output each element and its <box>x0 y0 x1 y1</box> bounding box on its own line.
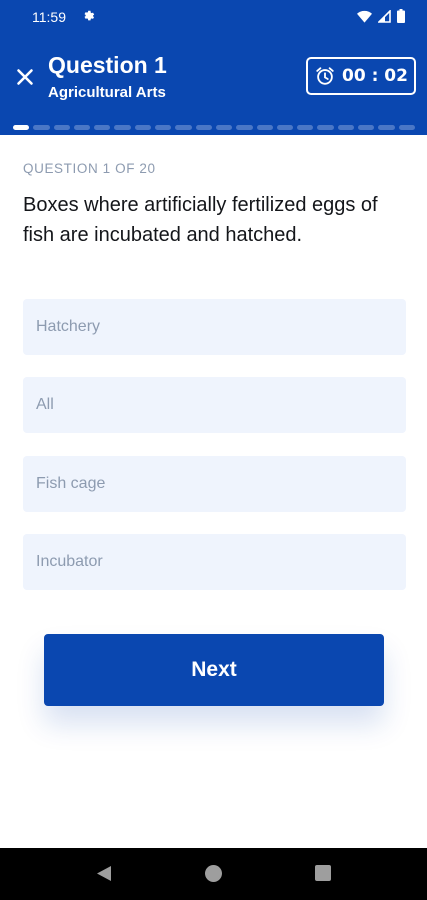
progress-segment <box>134 125 152 130</box>
progress-segment <box>358 125 375 130</box>
progress-segment <box>236 125 253 130</box>
page-subtitle: Agricultural Arts <box>48 84 166 101</box>
status-bar: 11:59 <box>0 0 427 36</box>
progress-segment <box>94 125 111 130</box>
progress-segment <box>337 125 355 130</box>
progress-segment <box>33 125 50 130</box>
alarm-clock-icon <box>316 67 334 85</box>
status-icons <box>357 9 405 23</box>
progress-segment <box>276 125 294 130</box>
system-nav-bar <box>0 848 427 900</box>
timer-value: 00 : 02 <box>342 66 408 86</box>
wifi-icon <box>357 10 372 23</box>
recent-apps-icon[interactable] <box>315 865 331 881</box>
progress-segment <box>398 125 415 130</box>
question-counter: QUESTION 1 OF 20 <box>23 161 156 176</box>
home-icon[interactable] <box>205 865 222 882</box>
close-icon[interactable] <box>12 64 38 90</box>
answer-option[interactable]: Fish cage <box>23 456 406 512</box>
progress-segment <box>175 125 192 130</box>
question-progress-bar <box>13 125 415 131</box>
quiz-header: 11:59 Question 1 Agricultural Arts 00 : … <box>0 0 427 135</box>
progress-segment <box>155 125 172 130</box>
progress-segment <box>256 125 273 130</box>
progress-segment <box>378 125 395 130</box>
back-icon[interactable] <box>96 865 112 882</box>
question-text: Boxes where artificially fertilized eggs… <box>23 194 378 246</box>
timer-badge[interactable]: 00 : 02 <box>306 57 416 95</box>
answer-option[interactable]: Hatchery <box>23 299 406 355</box>
next-button[interactable]: Next <box>44 634 384 706</box>
answer-option[interactable]: Incubator <box>23 534 406 590</box>
status-time: 11:59 <box>32 9 66 25</box>
progress-segment <box>317 125 334 130</box>
settings-gear-icon <box>84 10 95 21</box>
progress-segment <box>215 125 233 130</box>
progress-segment <box>73 125 91 130</box>
progress-segment <box>195 125 212 130</box>
page-title: Question 1 <box>48 52 167 78</box>
answer-option[interactable]: All <box>23 377 406 433</box>
progress-segment <box>13 125 30 130</box>
signal-icon <box>378 9 391 23</box>
progress-segment <box>53 125 70 130</box>
battery-icon <box>397 9 405 23</box>
progress-segment <box>297 125 314 130</box>
progress-segment <box>114 125 131 130</box>
